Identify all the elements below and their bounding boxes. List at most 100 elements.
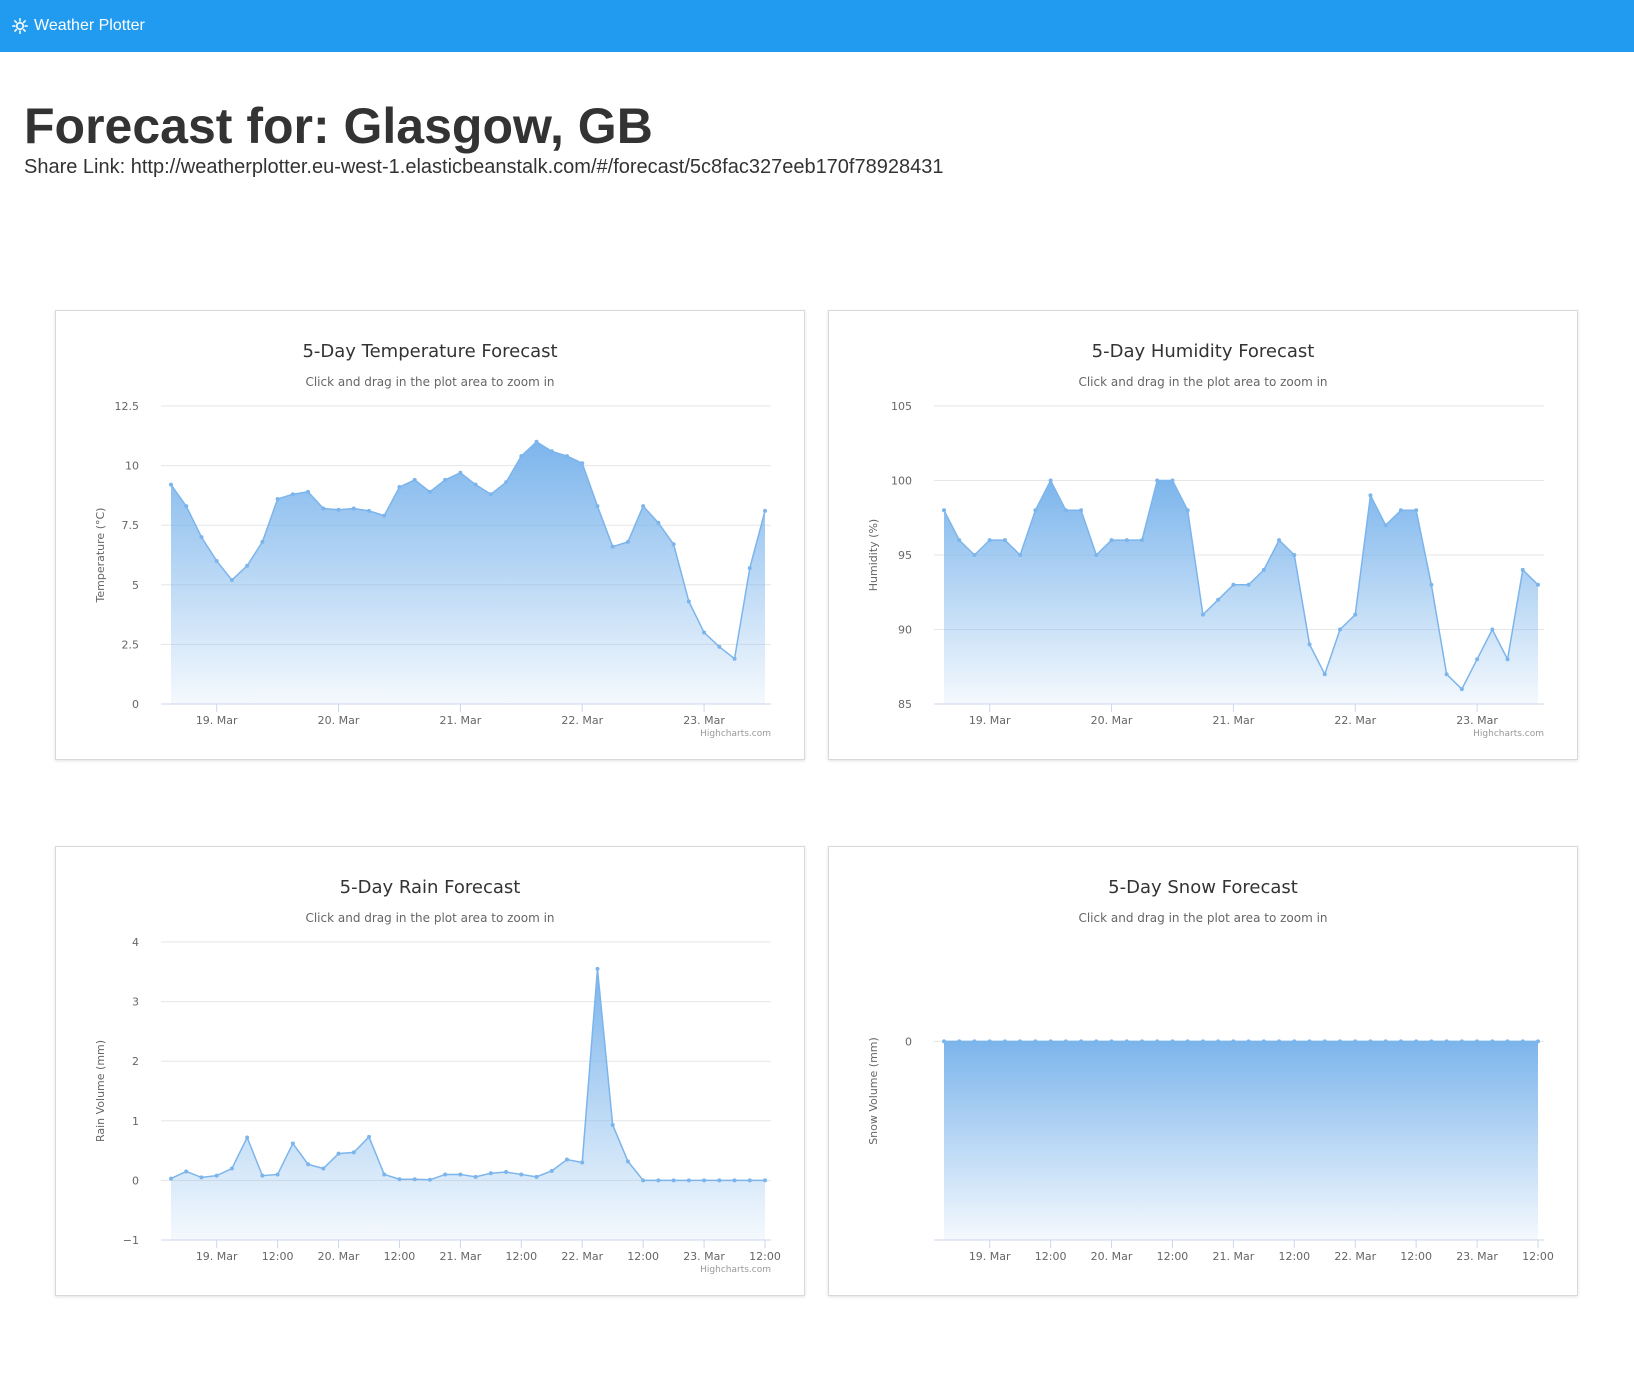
- data-point[interactable]: [290, 1141, 295, 1146]
- data-point[interactable]: [1033, 1039, 1038, 1044]
- data-point[interactable]: [1459, 687, 1464, 692]
- data-point[interactable]: [1459, 1039, 1464, 1044]
- data-point[interactable]: [1216, 1039, 1221, 1044]
- temperature-chart-card[interactable]: 5-Day Temperature Forecast Click and drag…: [55, 310, 805, 760]
- data-point[interactable]: [1018, 1039, 1023, 1044]
- data-point[interactable]: [1140, 1039, 1144, 1044]
- data-point[interactable]: [1277, 1039, 1282, 1044]
- data-point[interactable]: [656, 1178, 661, 1183]
- data-point[interactable]: [1170, 478, 1175, 483]
- data-point[interactable]: [1246, 582, 1251, 587]
- data-point[interactable]: [229, 578, 234, 583]
- data-point[interactable]: [1353, 1039, 1358, 1044]
- data-point[interactable]: [1383, 1039, 1388, 1044]
- data-point[interactable]: [1429, 582, 1434, 587]
- data-point[interactable]: [260, 1173, 265, 1178]
- data-point[interactable]: [641, 504, 646, 509]
- data-point[interactable]: [1063, 508, 1068, 513]
- data-point[interactable]: [1246, 1039, 1251, 1044]
- data-point[interactable]: [1414, 508, 1419, 513]
- data-point[interactable]: [382, 1172, 387, 1177]
- data-point[interactable]: [1338, 627, 1342, 632]
- data-point[interactable]: [1079, 1039, 1084, 1044]
- data-point[interactable]: [1429, 1039, 1434, 1044]
- data-point[interactable]: [987, 1039, 992, 1044]
- data-point[interactable]: [625, 1159, 630, 1164]
- data-point[interactable]: [199, 1175, 204, 1180]
- data-point[interactable]: [549, 1168, 554, 1173]
- data-point[interactable]: [1505, 1039, 1510, 1044]
- data-point[interactable]: [1383, 523, 1388, 528]
- data-point[interactable]: [1124, 538, 1129, 543]
- data-point[interactable]: [458, 470, 463, 475]
- data-point[interactable]: [458, 1172, 463, 1177]
- data-point[interactable]: [351, 506, 356, 511]
- data-point[interactable]: [987, 538, 992, 543]
- data-point[interactable]: [1261, 567, 1266, 572]
- temperature-chart-svg[interactable]: 5-Day Temperature Forecast Click and drag…: [56, 311, 804, 759]
- rain-chart-svg[interactable]: 5-Day Rain Forecast Click and drag in the…: [56, 847, 804, 1295]
- data-point[interactable]: [1033, 508, 1038, 513]
- data-point[interactable]: [1292, 1039, 1297, 1044]
- data-point[interactable]: [169, 1176, 173, 1181]
- data-point[interactable]: [1414, 1039, 1419, 1044]
- humidity-chart-card[interactable]: 5-Day Humidity Forecast Click and drag in…: [828, 310, 1578, 760]
- data-point[interactable]: [367, 508, 371, 513]
- chart-credit[interactable]: Highcharts.com: [700, 729, 771, 739]
- data-point[interactable]: [717, 1178, 722, 1183]
- data-point[interactable]: [1094, 553, 1099, 557]
- data-point[interactable]: [1307, 1039, 1312, 1044]
- data-point[interactable]: [1536, 1039, 1540, 1044]
- snow-chart-svg[interactable]: 5-Day Snow Forecast Click and drag in the…: [829, 847, 1577, 1295]
- data-point[interactable]: [610, 1122, 615, 1127]
- data-point[interactable]: [519, 454, 524, 459]
- data-point[interactable]: [534, 439, 539, 444]
- data-point[interactable]: [397, 1177, 402, 1182]
- data-point[interactable]: [549, 449, 554, 454]
- data-point[interactable]: [427, 489, 432, 494]
- data-point[interactable]: [245, 1135, 250, 1140]
- data-point[interactable]: [184, 504, 189, 509]
- snow-chart-card[interactable]: 5-Day Snow Forecast Click and drag in the…: [828, 846, 1578, 1296]
- data-point[interactable]: [367, 1134, 371, 1139]
- data-point[interactable]: [306, 489, 311, 494]
- data-point[interactable]: [519, 1172, 524, 1177]
- data-point[interactable]: [610, 544, 615, 549]
- data-point[interactable]: [656, 520, 661, 525]
- data-point[interactable]: [336, 507, 341, 512]
- data-point[interactable]: [1307, 642, 1312, 647]
- data-point[interactable]: [214, 1173, 219, 1178]
- data-point[interactable]: [1109, 538, 1114, 543]
- data-point[interactable]: [580, 1160, 585, 1165]
- data-point[interactable]: [1200, 1039, 1205, 1044]
- data-point[interactable]: [1048, 478, 1053, 483]
- data-point[interactable]: [229, 1166, 234, 1171]
- data-point[interactable]: [1353, 612, 1358, 617]
- brand-link[interactable]: Weather Plotter: [12, 17, 145, 35]
- data-point[interactable]: [1231, 582, 1236, 587]
- data-point[interactable]: [488, 1171, 493, 1176]
- data-point[interactable]: [671, 1178, 676, 1183]
- data-point[interactable]: [169, 482, 173, 487]
- data-point[interactable]: [1155, 1039, 1160, 1044]
- data-point[interactable]: [732, 656, 737, 661]
- data-point[interactable]: [747, 566, 752, 571]
- data-point[interactable]: [1292, 553, 1297, 557]
- data-point[interactable]: [957, 1039, 962, 1044]
- data-point[interactable]: [1140, 538, 1144, 543]
- humidity-chart-svg[interactable]: 5-Day Humidity Forecast Click and drag in…: [829, 311, 1577, 759]
- data-point[interactable]: [1109, 1039, 1114, 1044]
- data-point[interactable]: [580, 461, 585, 466]
- data-point[interactable]: [942, 508, 946, 513]
- data-point[interactable]: [1520, 567, 1525, 572]
- chart-credit[interactable]: Highcharts.com: [1473, 729, 1544, 739]
- data-point[interactable]: [1155, 478, 1160, 483]
- data-point[interactable]: [1124, 1039, 1129, 1044]
- data-point[interactable]: [1368, 493, 1373, 498]
- data-point[interactable]: [1444, 672, 1449, 677]
- data-point[interactable]: [972, 1039, 977, 1044]
- data-point[interactable]: [504, 480, 509, 485]
- data-point[interactable]: [1398, 508, 1403, 513]
- data-point[interactable]: [717, 644, 722, 649]
- data-point[interactable]: [488, 492, 493, 497]
